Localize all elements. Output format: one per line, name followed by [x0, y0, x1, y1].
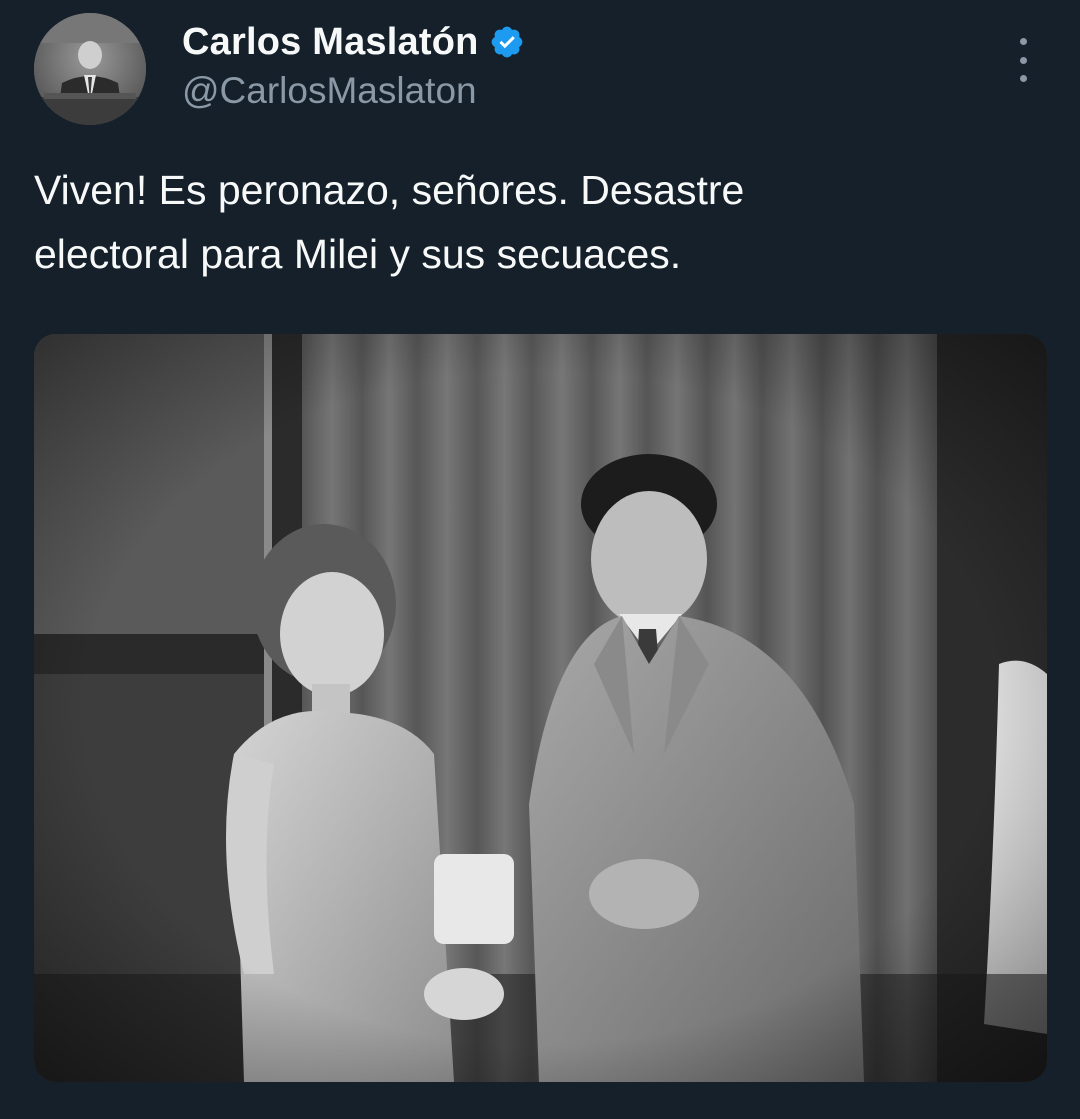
- more-dot: [1019, 75, 1027, 82]
- tweet[interactable]: Carlos Maslatón @CarlosMaslaton Viven! E…: [0, 0, 1080, 1119]
- verified-badge-icon: [489, 24, 525, 60]
- avatar[interactable]: [34, 13, 146, 125]
- more-options-icon[interactable]: [1008, 38, 1038, 82]
- display-name[interactable]: Carlos Maslatón: [182, 21, 479, 64]
- author-name-row[interactable]: Carlos Maslatón: [182, 18, 525, 66]
- more-dot: [1019, 56, 1027, 64]
- tweet-text: Viven! Es peronazo, señores. Desastre el…: [34, 167, 745, 277]
- author-handle[interactable]: @CarlosMaslaton: [182, 70, 477, 112]
- more-dot: [1019, 38, 1027, 45]
- tweet-photo[interactable]: [34, 334, 1047, 1082]
